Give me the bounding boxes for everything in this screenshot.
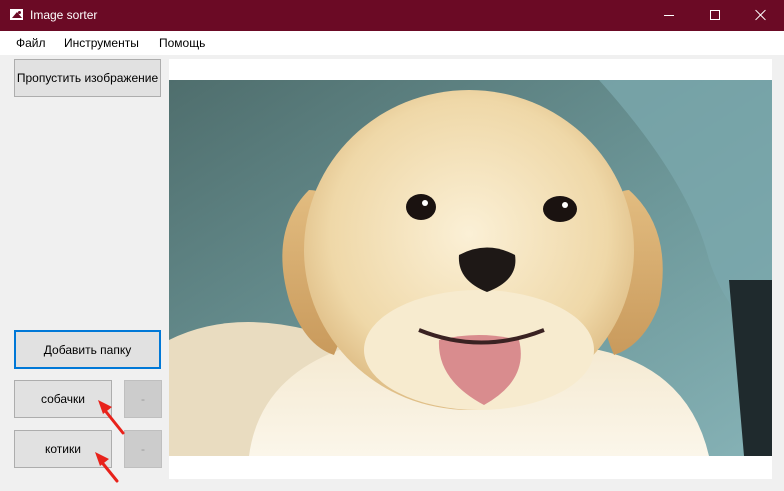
window-title: Image sorter xyxy=(30,8,98,22)
menu-tools[interactable]: Инструменты xyxy=(64,36,139,51)
close-icon xyxy=(755,9,767,21)
add-folder-button[interactable]: Добавить папку xyxy=(14,330,161,369)
menu-bar: Файл Инструменты Помощь xyxy=(0,31,784,55)
folder-button-cats[interactable]: котики xyxy=(14,430,112,468)
folder-button-dogs[interactable]: собачки xyxy=(14,380,112,418)
image-viewer xyxy=(169,59,772,479)
image-icon xyxy=(10,9,23,20)
minimize-button[interactable] xyxy=(646,0,692,31)
remove-folder-button-dogs[interactable]: - xyxy=(124,380,162,418)
minimize-icon xyxy=(664,15,674,16)
close-button[interactable] xyxy=(738,0,784,31)
maximize-icon xyxy=(710,10,720,20)
remove-folder-button-cats[interactable]: - xyxy=(124,430,162,468)
menu-help[interactable]: Помощь xyxy=(159,36,205,51)
labrador-puppy-photo xyxy=(169,80,772,456)
skip-image-button[interactable]: Пропустить изображение xyxy=(14,59,161,97)
menu-file[interactable]: Файл xyxy=(16,36,46,51)
title-bar[interactable]: Image sorter xyxy=(0,0,784,31)
maximize-button[interactable] xyxy=(692,0,738,31)
